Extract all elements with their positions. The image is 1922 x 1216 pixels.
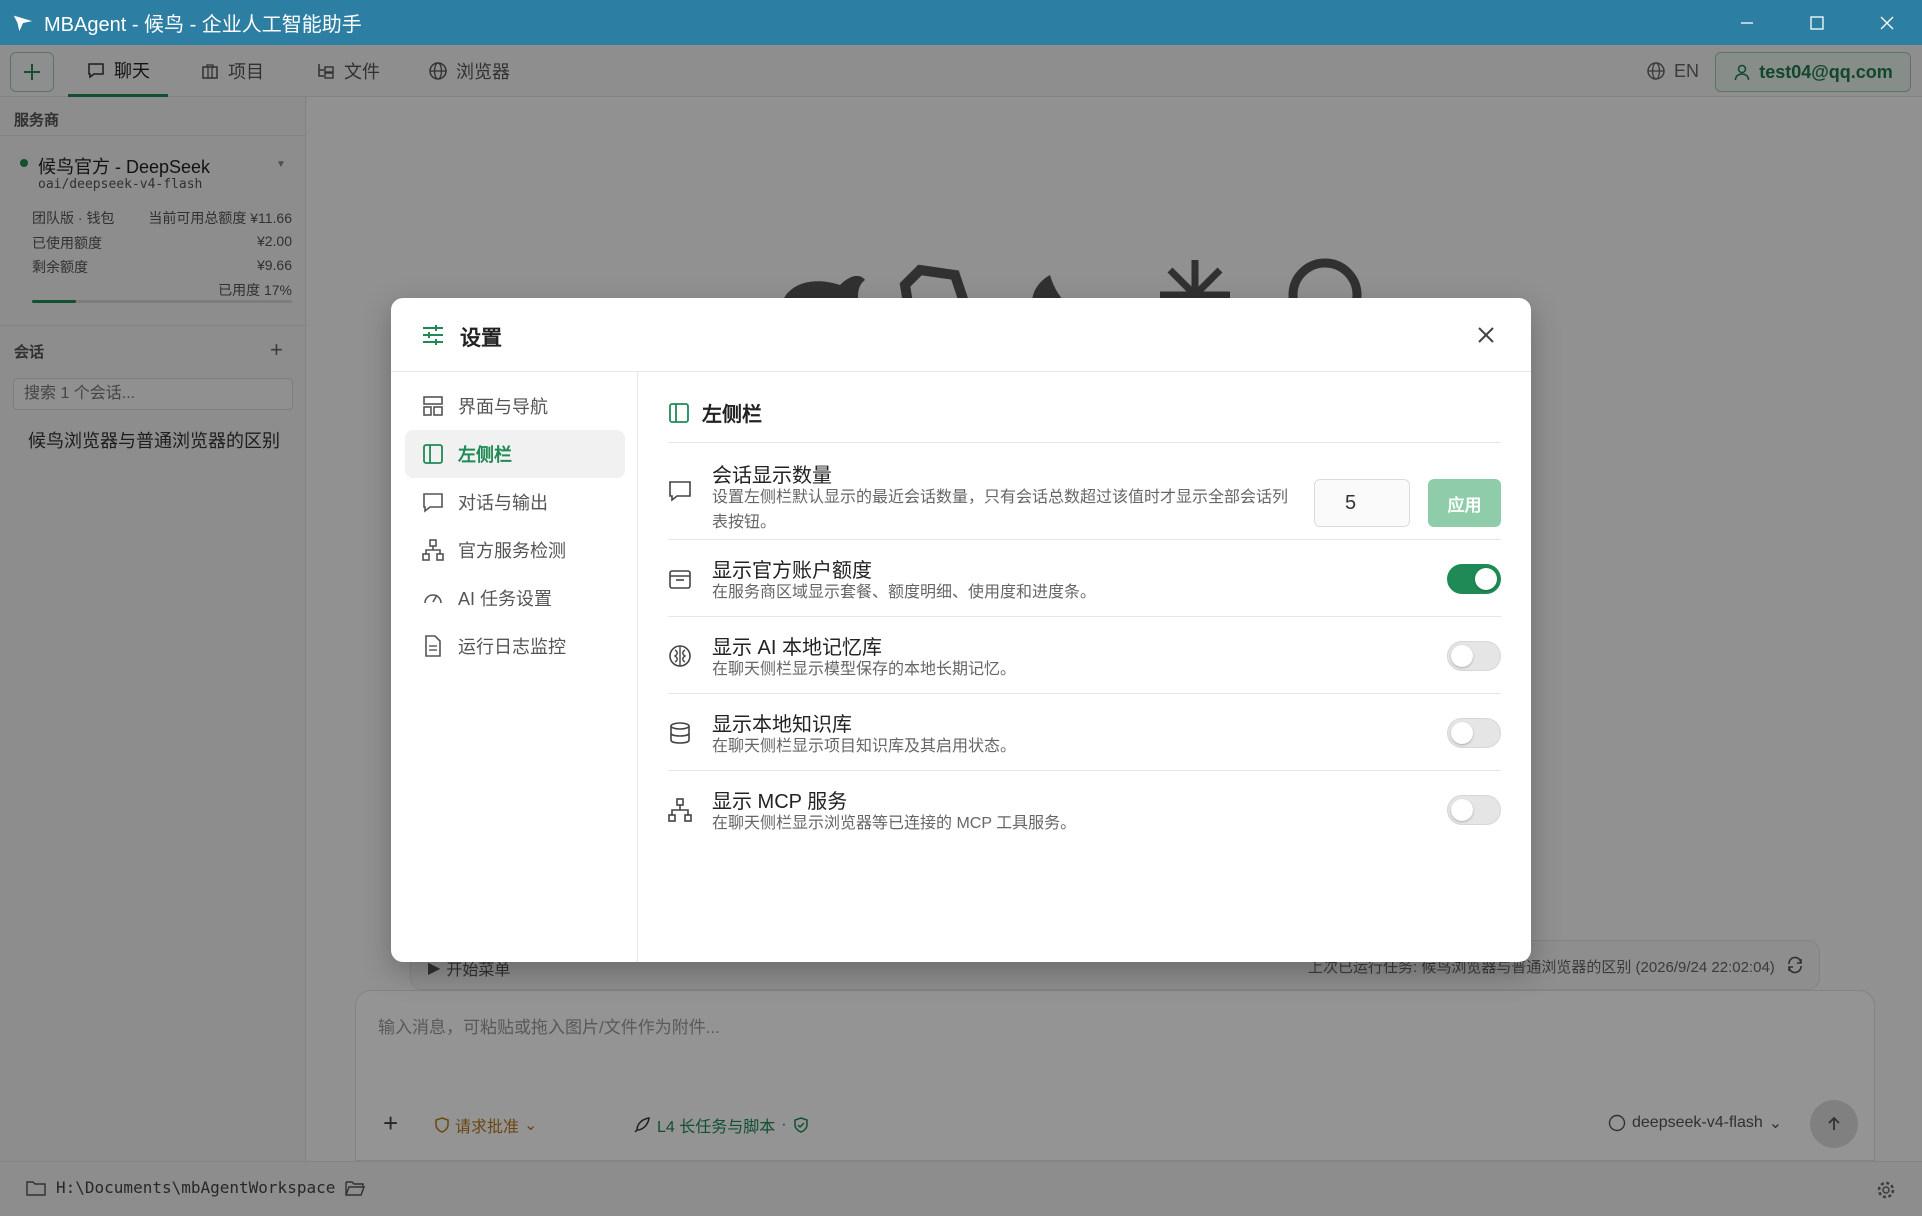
setting-show-mcp: 显示 MCP 服务 在聊天侧栏显示浏览器等已连接的 MCP 工具服务。 bbox=[668, 771, 1501, 848]
section-heading: 左侧栏 bbox=[668, 398, 762, 427]
apply-button[interactable]: 应用 bbox=[1428, 479, 1501, 527]
title-bar: MBAgent - 候鸟 - 企业人工智能助手 bbox=[0, 0, 1922, 45]
chat-icon bbox=[669, 481, 691, 502]
close-dialog-button[interactable] bbox=[1471, 320, 1501, 350]
toggle-show-memory[interactable] bbox=[1447, 641, 1501, 671]
sidebar-icon bbox=[669, 402, 689, 423]
network-icon bbox=[668, 798, 692, 822]
sidebar-icon bbox=[423, 444, 443, 464]
nav-item-interface[interactable]: 界面与导航 bbox=[405, 382, 625, 430]
window-title: MBAgent - 候鸟 - 企业人工智能助手 bbox=[44, 14, 362, 36]
settings-content: 左侧栏 会话显示数量 设置左侧栏默认显示的最近会话数量，只有会话总数超过该值时才… bbox=[638, 372, 1531, 962]
toggle-show-quota[interactable] bbox=[1447, 564, 1501, 594]
nav-item-sidebar[interactable]: 左侧栏 bbox=[405, 430, 625, 478]
toggle-knob bbox=[1451, 645, 1473, 667]
wallet-icon bbox=[669, 570, 691, 589]
sliders-icon bbox=[423, 325, 443, 345]
nav-item-conversation[interactable]: 对话与输出 bbox=[405, 478, 625, 526]
setting-show-knowledge-base: 显示本地知识库 在聊天侧栏显示项目知识库及其启用状态。 bbox=[668, 694, 1501, 771]
database-icon bbox=[670, 722, 690, 744]
toggle-show-mcp[interactable] bbox=[1447, 795, 1501, 825]
session-count-input[interactable] bbox=[1314, 479, 1410, 527]
minimize-button[interactable] bbox=[1712, 0, 1782, 45]
toggle-knob bbox=[1451, 799, 1473, 821]
setting-session-count: 会话显示数量 设置左侧栏默认显示的最近会话数量，只有会话总数超过该值时才显示全部… bbox=[668, 443, 1501, 540]
document-icon bbox=[425, 635, 441, 657]
settings-nav: 界面与导航 左侧栏 对话与输出 官方服务检测 AI 任务设置 运行日志监控 bbox=[391, 372, 638, 962]
chat-icon bbox=[423, 493, 443, 513]
layout-icon bbox=[423, 396, 443, 416]
gauge-icon bbox=[424, 594, 442, 604]
close-window-button[interactable] bbox=[1852, 0, 1922, 45]
nav-item-ai-task[interactable]: AI 任务设置 bbox=[405, 574, 625, 622]
toggle-knob bbox=[1475, 568, 1497, 590]
nav-item-service-check[interactable]: 官方服务检测 bbox=[405, 526, 625, 574]
network-icon bbox=[422, 539, 444, 561]
close-icon bbox=[1478, 327, 1494, 343]
app-logo-icon bbox=[13, 15, 33, 31]
toggle-show-knowledge-base[interactable] bbox=[1447, 718, 1501, 748]
toggle-knob bbox=[1451, 722, 1473, 744]
setting-show-memory: 显示 AI 本地记忆库 在聊天侧栏显示模型保存的本地长期记忆。 bbox=[668, 617, 1501, 694]
setting-show-quota: 显示官方账户额度 在服务商区域显示套餐、额度明细、使用度和进度条。 bbox=[668, 540, 1501, 617]
brain-icon bbox=[669, 645, 691, 667]
nav-item-log-monitor[interactable]: 运行日志监控 bbox=[405, 622, 625, 670]
maximize-button[interactable] bbox=[1782, 0, 1852, 45]
dialog-header: 设置 bbox=[391, 298, 1531, 372]
dialog-title: 设置 bbox=[460, 327, 502, 350]
settings-dialog: 设置 界面与导航 左侧栏 对话与输出 官方服务检测 AI 任务设置 运行日志监控 bbox=[391, 298, 1531, 962]
